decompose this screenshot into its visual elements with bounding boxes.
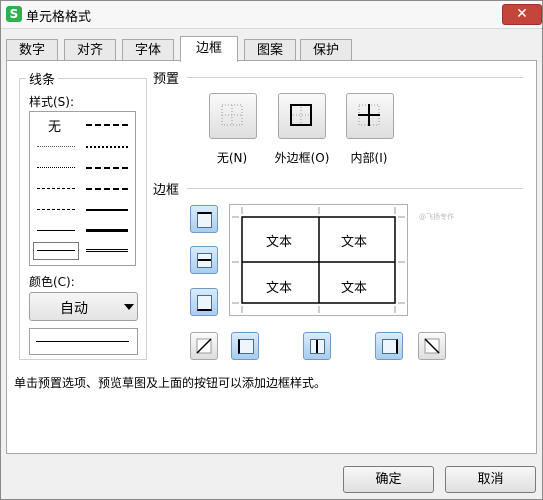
border-right-button[interactable] xyxy=(375,332,403,360)
cancel-button[interactable]: 取消 xyxy=(445,466,536,493)
preset-group-title: 预置 xyxy=(153,68,180,87)
border-vertical-icon xyxy=(310,339,325,354)
preset-inside-button[interactable] xyxy=(346,93,394,139)
border-middle-horizontal-button[interactable] xyxy=(190,246,218,274)
line-style-medium-dash-dot-dot[interactable] xyxy=(86,124,128,126)
app-logo-icon: S xyxy=(6,6,22,22)
hint-text: 单击预置选项、预览草图及上面的按钮可以添加边框样式。 xyxy=(14,376,327,390)
format-cells-dialog: S 单元格格式 ✕ 数字 对齐 字体 边框 图案 保护 线条 样式(S): 无 … xyxy=(0,0,543,500)
border-right-icon xyxy=(382,339,398,354)
line-preview xyxy=(29,328,138,355)
border-bottom-button[interactable] xyxy=(190,288,218,316)
preset-divider xyxy=(187,77,523,78)
line-style-thin[interactable] xyxy=(37,230,75,231)
line-style-none[interactable]: 无 xyxy=(48,116,61,135)
border-group-title: 边框 xyxy=(153,179,180,198)
color-dropdown[interactable]: 自动 xyxy=(29,292,138,321)
line-style-selected-frame xyxy=(33,242,79,260)
border-top-icon xyxy=(197,212,212,228)
diagonal-up-icon xyxy=(196,338,212,354)
preview-cell-text: 文本 xyxy=(266,281,293,296)
no-border-icon xyxy=(221,104,243,126)
dialog-title: 单元格格式 xyxy=(26,10,92,25)
line-style-thick[interactable] xyxy=(86,229,128,232)
diagonal-down-icon xyxy=(424,338,440,354)
line-style-selected[interactable] xyxy=(37,250,75,251)
chevron-down-icon xyxy=(124,304,134,310)
tab-border[interactable]: 边框 xyxy=(180,36,238,62)
tab-number[interactable]: 数字 xyxy=(6,39,58,61)
title-bar: S 单元格格式 ✕ xyxy=(1,1,542,29)
tab-pattern[interactable]: 图案 xyxy=(244,39,296,61)
line-style-slant-dash-dot[interactable] xyxy=(86,146,128,148)
border-diagonal-up-button[interactable] xyxy=(190,332,218,360)
color-dropdown-value: 自动 xyxy=(60,301,88,317)
border-left-icon xyxy=(238,339,254,354)
preview-cell-text: 文本 xyxy=(341,235,368,250)
line-style-double[interactable] xyxy=(86,249,128,252)
preview-cell-text: 文本 xyxy=(266,235,293,250)
preset-none-button[interactable] xyxy=(209,93,257,139)
tab-alignment[interactable]: 对齐 xyxy=(64,39,116,61)
border-middle-vertical-button[interactable] xyxy=(303,332,331,360)
line-group-title: 线条 xyxy=(26,69,59,88)
watermark: @飞扬专作 xyxy=(419,213,454,221)
border-bottom-icon xyxy=(197,295,212,311)
line-style-hair[interactable] xyxy=(37,146,75,147)
border-left-button[interactable] xyxy=(231,332,259,360)
preset-outline-label: 外边框(O) xyxy=(274,151,330,165)
tab-font[interactable]: 字体 xyxy=(122,39,174,61)
preset-outline-button[interactable] xyxy=(278,93,326,139)
line-style-dotted[interactable] xyxy=(37,167,75,168)
style-label: 样式(S): xyxy=(29,95,75,109)
line-style-medium-dash-dot[interactable] xyxy=(86,167,128,169)
line-style-dash-dot[interactable] xyxy=(37,188,75,189)
line-style-medium[interactable] xyxy=(86,209,128,211)
line-style-medium-dash[interactable] xyxy=(86,188,128,190)
border-divider xyxy=(187,188,523,189)
border-horizontal-icon xyxy=(197,253,212,268)
close-button[interactable]: ✕ xyxy=(502,4,542,25)
outline-border-icon xyxy=(290,104,312,126)
border-top-button[interactable] xyxy=(190,205,218,233)
ok-button[interactable]: 确定 xyxy=(343,466,434,493)
border-preview[interactable]: 文本 文本 文本 文本 xyxy=(229,204,408,316)
inside-border-icon xyxy=(358,104,380,126)
tab-protection[interactable]: 保护 xyxy=(300,39,352,61)
preview-grid xyxy=(232,207,405,313)
color-label: 颜色(C): xyxy=(29,275,75,289)
preset-inside-label: 内部(I) xyxy=(350,151,388,165)
preset-none-label: 无(N) xyxy=(216,151,248,165)
line-preview-sample xyxy=(36,341,129,342)
line-style-dash[interactable] xyxy=(37,209,75,210)
border-diagonal-down-button[interactable] xyxy=(418,332,446,360)
preview-cell-text: 文本 xyxy=(341,281,368,296)
line-style-list[interactable]: 无 xyxy=(29,111,136,266)
